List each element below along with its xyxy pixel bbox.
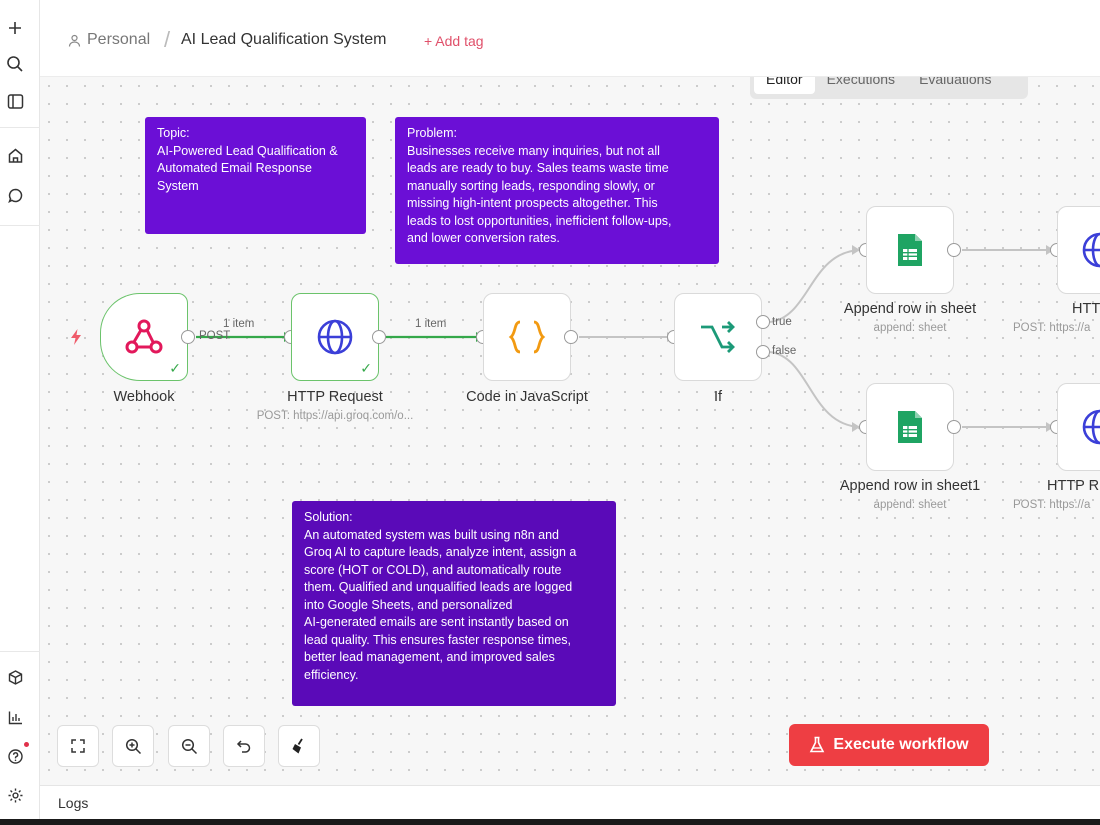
node-if-label: If <box>713 389 723 405</box>
node-append-row-sheet[interactable] <box>866 206 954 294</box>
breadcrumb-project[interactable]: Personal <box>68 31 150 49</box>
node-append-row1-subtitle: append: sheet <box>873 499 947 511</box>
node-http-request-subtitle: POST: https://api.groq.com/o... <box>256 410 414 422</box>
logs-panel-bar[interactable]: Logs <box>40 785 1100 819</box>
globe-icon <box>1082 409 1100 445</box>
if-false-port[interactable] <box>756 345 770 359</box>
webhook-output-label: POST <box>199 330 231 342</box>
if-true-port[interactable] <box>756 315 770 329</box>
bottom-edge <box>0 819 1100 825</box>
tidy-up-button[interactable] <box>278 725 320 767</box>
fit-view-icon <box>71 739 85 753</box>
edge-item-count: 1 item <box>415 318 447 330</box>
execute-workflow-button[interactable]: Execute workflow <box>789 724 989 766</box>
insights-chart-icon[interactable] <box>3 705 27 729</box>
node-http-r-bottom-subtitle: POST: https://a <box>1013 499 1091 511</box>
branch-icon <box>701 321 735 353</box>
node-append-row-subtitle: append: sheet <box>873 322 947 334</box>
execute-workflow-label: Execute workflow <box>833 736 969 753</box>
search-icon[interactable] <box>3 52 27 76</box>
node-code-javascript[interactable] <box>483 293 571 381</box>
notification-dot <box>24 742 29 747</box>
zoom-in-button[interactable] <box>112 725 154 767</box>
node-http-r-bottom-label: HTTP R <box>1047 478 1100 494</box>
google-sheets-icon <box>898 234 922 266</box>
globe-icon <box>1082 232 1100 268</box>
sheet1-output-port[interactable] <box>947 420 961 434</box>
edge-item-count: 1 item <box>223 318 255 330</box>
workflow-title[interactable]: AI Lead Qualification System <box>181 31 386 49</box>
node-webhook-label: Webhook <box>113 389 175 405</box>
undo-button[interactable] <box>223 725 265 767</box>
breadcrumb-separator: / <box>164 27 171 52</box>
node-http-request-top[interactable] <box>1057 206 1100 294</box>
node-http-request-label: HTTP Request <box>287 389 383 405</box>
success-check-icon: ✓ <box>169 360 181 376</box>
node-append-row1-label: Append row in sheet1 <box>839 478 981 494</box>
add-tag-button[interactable]: + Add tag <box>424 33 484 49</box>
globe-icon <box>317 319 353 355</box>
panel-toggle-icon[interactable] <box>3 89 27 113</box>
if-false-label: false <box>772 345 797 357</box>
success-check-icon: ✓ <box>360 360 372 376</box>
node-code-label: Code in JavaScript <box>466 389 588 405</box>
node-append-row-label: Append row in sheet <box>843 301 977 317</box>
node-http-r-top-subtitle: POST: https://a <box>1013 322 1091 334</box>
broom-icon <box>292 738 303 754</box>
node-http-request-bottom[interactable] <box>1057 383 1100 471</box>
plus-icon[interactable] <box>3 16 27 40</box>
code-braces-icon <box>508 320 546 354</box>
node-http-request[interactable]: ✓ <box>291 293 379 381</box>
settings-gear-icon[interactable] <box>3 783 27 807</box>
logs-label: Logs <box>58 795 89 811</box>
webhook-output-port[interactable] <box>181 330 195 344</box>
templates-icon[interactable] <box>3 665 27 689</box>
code-output-port[interactable] <box>564 330 578 344</box>
node-http-r-top-label: HTTP R <box>1072 301 1100 317</box>
http-output-port[interactable] <box>372 330 386 344</box>
if-true-label: true <box>772 316 792 328</box>
breadcrumb-project-label: Personal <box>87 31 151 48</box>
workflow-header: Personal / AI Lead Qualification System … <box>40 0 1100 77</box>
google-sheets-icon <box>898 411 922 443</box>
sheet-output-port[interactable] <box>947 243 961 257</box>
help-icon[interactable] <box>3 744 27 768</box>
node-webhook[interactable]: ✓ <box>100 293 188 381</box>
zoom-out-button[interactable] <box>168 725 210 767</box>
zoom-in-icon <box>125 738 141 754</box>
node-append-row-sheet1[interactable] <box>866 383 954 471</box>
webhook-icon <box>125 319 163 354</box>
user-icon <box>68 34 81 47</box>
chat-icon[interactable] <box>3 183 27 207</box>
flask-icon <box>810 736 825 753</box>
trigger-bolt-icon <box>69 328 83 351</box>
workflow-canvas[interactable]: Editor Executions Evaluations Topic: AI-… <box>40 77 1100 785</box>
undo-icon <box>236 740 251 753</box>
home-icon[interactable] <box>3 143 27 167</box>
zoom-out-icon <box>181 738 197 754</box>
fit-view-button[interactable] <box>57 725 99 767</box>
node-if[interactable] <box>674 293 762 381</box>
left-sidebar <box>0 0 40 825</box>
